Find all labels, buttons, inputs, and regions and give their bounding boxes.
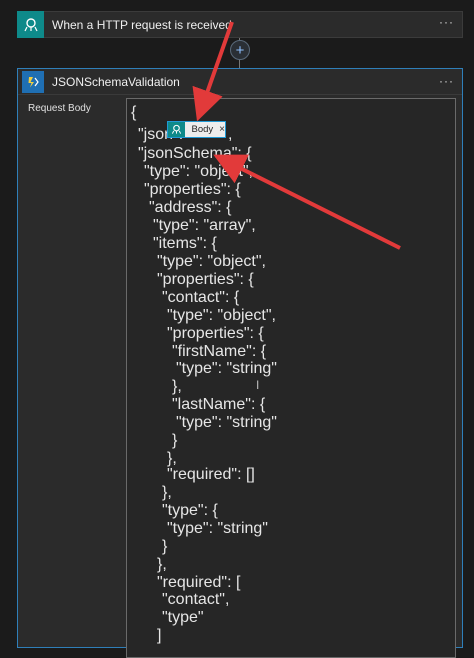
code-line: } — [172, 432, 178, 449]
code-line: "address": { — [149, 199, 232, 216]
token-label: Body — [191, 124, 214, 135]
code-line: "properties": { — [144, 181, 241, 198]
code-line: "contact", — [162, 591, 230, 608]
code-line: "type": "array", — [153, 217, 256, 234]
code-line: }, — [172, 378, 182, 395]
code-line: "required": [] — [167, 466, 255, 483]
code-line: "properties": { — [167, 325, 264, 342]
code-line: { — [131, 104, 137, 121]
plus-icon: + — [235, 41, 245, 59]
token-remove-icon[interactable]: × — [219, 124, 225, 135]
action-more-button[interactable]: ··· — [439, 74, 454, 88]
code-line: "type": "object", — [144, 163, 253, 180]
code-line: "lastName": { — [172, 396, 266, 413]
code-line: } — [162, 538, 168, 555]
code-line: , — [228, 126, 233, 143]
code-line: "type": "string" — [176, 414, 277, 431]
trigger-title: When a HTTP request is received — [52, 17, 232, 32]
request-body-label: Request Body — [28, 103, 91, 114]
add-step-button[interactable]: + — [230, 40, 250, 60]
code-line: "jsonSchema": { — [138, 145, 252, 162]
code-line: "type": "object", — [167, 307, 276, 324]
function-icon — [22, 70, 44, 93]
code-line: "type": "string" — [167, 520, 268, 537]
code-line: "required": [ — [157, 574, 241, 591]
code-line: "type": "string" — [176, 360, 277, 377]
http-request-icon — [17, 11, 44, 38]
code-line: "type": "object", — [157, 253, 266, 270]
code-line: "contact": { — [162, 289, 240, 306]
code-line: "properties": { — [157, 271, 254, 288]
code-line: "items": { — [153, 235, 217, 252]
http-trigger-card[interactable]: When a HTTP request is received ··· — [17, 11, 463, 38]
action-title: JSONSchemaValidation — [52, 74, 180, 89]
body-token[interactable]: Body × — [167, 121, 226, 138]
code-line: }, — [157, 556, 167, 573]
http-request-icon — [168, 122, 185, 137]
text-cursor-icon: I — [256, 378, 260, 392]
code-line: "type" — [162, 609, 204, 626]
code-line: "type": { — [162, 502, 218, 519]
code-line: ] — [157, 627, 162, 644]
code-line: "firstName": { — [172, 343, 267, 360]
code-line: }, — [162, 484, 172, 501]
trigger-more-button[interactable]: ··· — [439, 15, 454, 29]
